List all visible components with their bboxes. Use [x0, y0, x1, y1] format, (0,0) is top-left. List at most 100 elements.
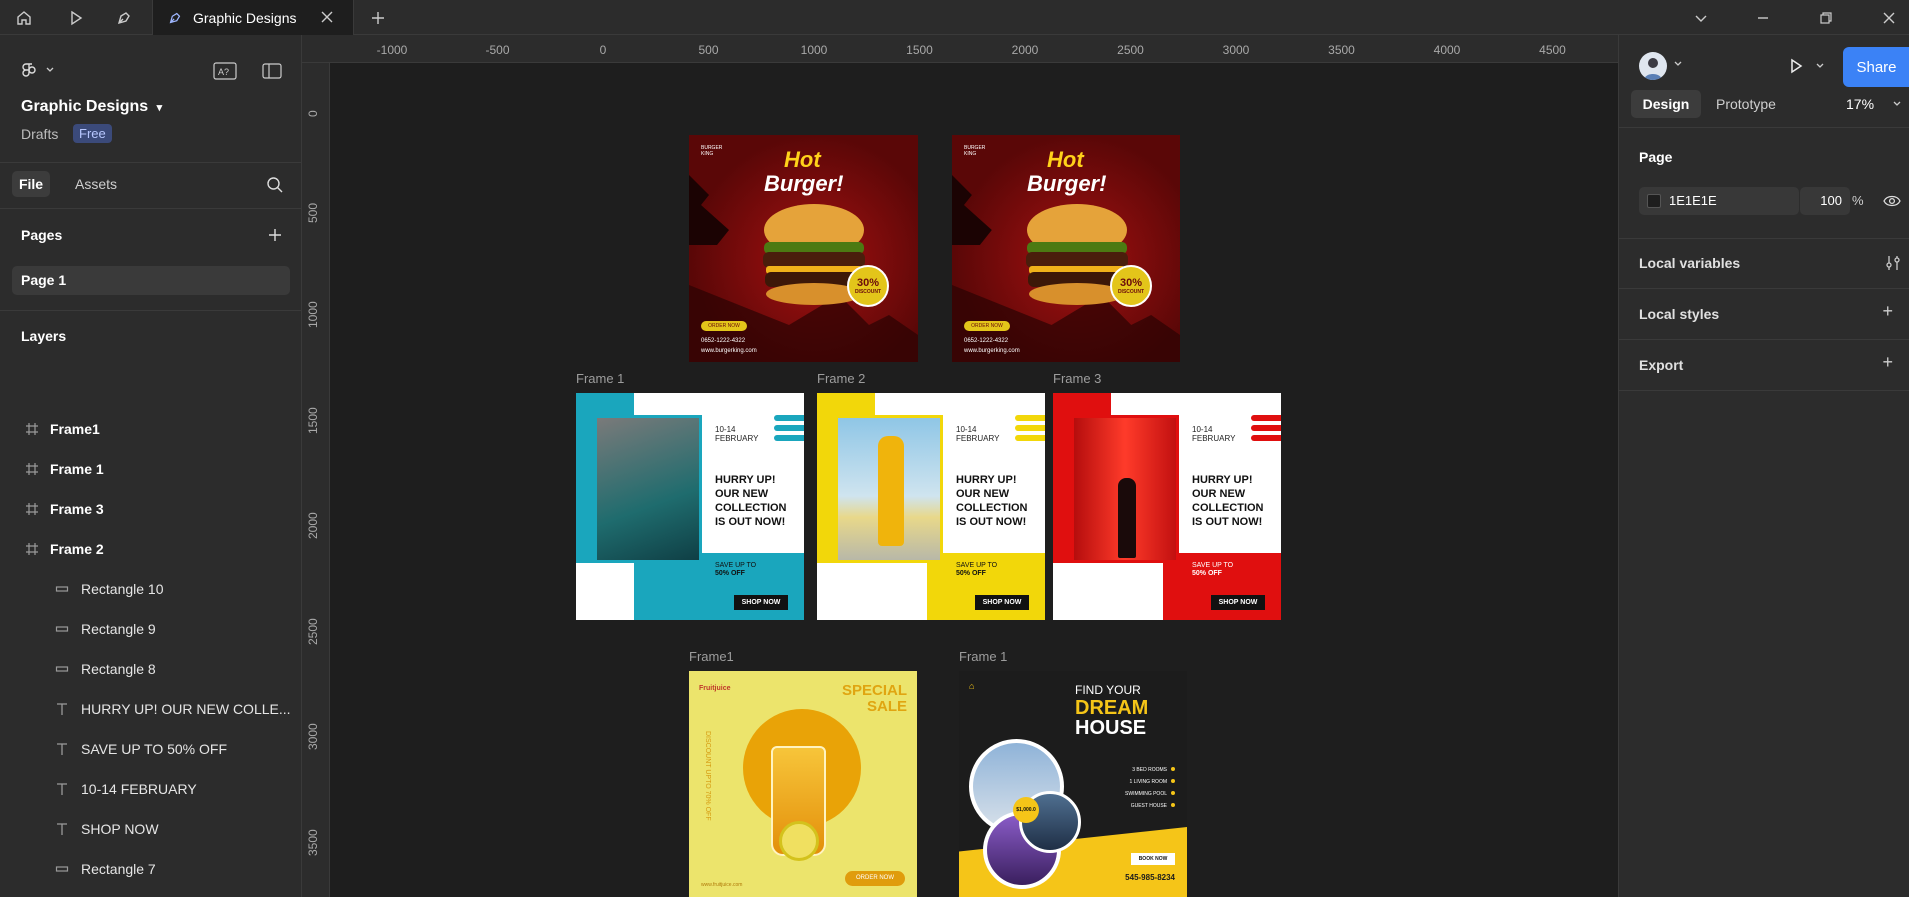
tab-design[interactable]: Design [1631, 90, 1701, 118]
frame-label-2[interactable]: Frame 2 [817, 371, 865, 386]
minimize-icon[interactable] [1738, 0, 1788, 35]
divider [0, 162, 302, 163]
headline-line: COLLECTION [1192, 502, 1264, 514]
burger-poster-1[interactable]: BURGER KING Hot Burger! 30% DISCOUNT ORDE… [689, 135, 918, 362]
avatar[interactable] [1639, 52, 1667, 80]
sidebar-toggle-icon[interactable] [262, 62, 282, 80]
add-style-plus-icon[interactable]: + [1882, 301, 1893, 322]
stripe [774, 425, 804, 431]
home-icon[interactable] [4, 0, 44, 35]
layer-item[interactable]: Frame 2 [0, 533, 302, 565]
eye-icon[interactable] [1883, 194, 1901, 208]
layer-item[interactable]: Frame 3 [0, 493, 302, 525]
opacity-field[interactable]: 100 [1800, 187, 1850, 215]
headline: HURRY UP! OUR NEW COLLECTION IS OUT NOW! [956, 473, 1028, 529]
restore-icon[interactable] [1801, 0, 1851, 35]
layer-item[interactable]: HURRY UP! OUR NEW COLLE... [0, 693, 302, 725]
divider [1619, 238, 1909, 239]
page-item[interactable]: Page 1 [12, 266, 290, 295]
local-variables-heading[interactable]: Local variables [1639, 255, 1740, 271]
discount-value: 30% [1119, 277, 1143, 289]
layer-item[interactable]: 10-14 FEBRUARY [0, 773, 302, 805]
frame-icon [24, 421, 40, 437]
house-text: HOUSE [1075, 717, 1147, 739]
chevron-down-icon[interactable] [45, 65, 55, 75]
headline-line: IS OUT NOW! [715, 516, 786, 528]
burger-poster-2[interactable]: BURGER KING Hot Burger! 30% DISCOUNT ORDE… [952, 135, 1180, 362]
chevron-down-icon[interactable] [1815, 61, 1825, 71]
layer-item[interactable]: SHOP NOW [0, 813, 302, 845]
layer-label: Rectangle 10 [81, 581, 164, 597]
opacity-value[interactable]: 100 [1820, 193, 1842, 208]
layer-item[interactable]: Rectangle 9 [0, 613, 302, 645]
model-photo [594, 415, 702, 563]
website-text: www.burgerking.com [964, 348, 1020, 354]
color-swatch[interactable] [1647, 194, 1661, 208]
export-heading[interactable]: Export [1639, 357, 1683, 373]
stripe [774, 415, 804, 421]
search-icon[interactable] [266, 176, 284, 194]
frame-label-3[interactable]: Frame 3 [1053, 371, 1101, 386]
text-toggle-icon[interactable]: A? [213, 62, 237, 80]
layer-item[interactable]: Rectangle 7 [0, 853, 302, 885]
layer-item[interactable]: Frame 1 [0, 453, 302, 485]
tab-prototype[interactable]: Prototype [1716, 96, 1776, 112]
save-text: SAVE UP TO 50% OFF [715, 562, 756, 578]
layer-label: Rectangle 9 [81, 621, 156, 637]
chevron-down-icon[interactable] [1673, 59, 1683, 69]
feature-item: GUEST HOUSE [1131, 803, 1175, 809]
tab-file[interactable]: File [12, 171, 50, 197]
variables-adjust-icon[interactable] [1885, 254, 1901, 272]
chevron-down-icon[interactable] [1892, 99, 1902, 109]
model-figure [878, 436, 904, 546]
shop-now-button: SHOP NOW [1211, 595, 1265, 610]
layer-label: SAVE UP TO 50% OFF [81, 741, 228, 757]
layer-item[interactable]: SAVE UP TO 50% OFF [0, 733, 302, 765]
fashion-poster-yellow[interactable]: 10-14 FEBRUARY HURRY UP! OUR NEW COLLECTION… [817, 393, 1045, 620]
pen-tool-icon[interactable] [104, 0, 144, 35]
rectangle-icon [54, 861, 70, 877]
ruler-y-label: 1000 [306, 301, 320, 328]
headline-line: OUR NEW [715, 488, 769, 500]
new-tab-plus-icon[interactable] [358, 0, 398, 35]
local-styles-heading[interactable]: Local styles [1639, 306, 1719, 322]
share-button[interactable]: Share [1843, 47, 1909, 87]
order-now-button: ORDER NOW [964, 321, 1010, 331]
ruler-y-label: 1500 [306, 406, 320, 434]
frame-label-1[interactable]: Frame 1 [576, 371, 624, 386]
house-poster[interactable]: ⌂ FIND YOUR DREAM HOUSE $1,000.0 3 BED R… [959, 671, 1187, 897]
window-close-icon[interactable] [1864, 0, 1909, 35]
zoom-level[interactable]: 17% [1846, 96, 1874, 112]
drafts-label[interactable]: Drafts [21, 126, 58, 142]
fashion-poster-red[interactable]: 10-14 FEBRUARY HURRY UP! OUR NEW COLLECTION… [1053, 393, 1281, 620]
layer-item[interactable]: Rectangle 10 [0, 573, 302, 605]
figma-logo-icon[interactable] [22, 61, 38, 79]
ruler-vertical: 0 500 1000 1500 2000 2500 3000 3500 [302, 63, 330, 897]
poster-title-hot: Hot [1047, 147, 1084, 172]
add-page-plus-icon[interactable] [267, 227, 283, 243]
discount-label: DISCOUNT [854, 289, 882, 295]
layer-item[interactable]: Rectangle 8 [0, 653, 302, 685]
add-export-plus-icon[interactable]: + [1882, 352, 1893, 373]
project-title[interactable]: Graphic Designs ▾ [21, 98, 162, 116]
close-icon[interactable] [319, 9, 335, 25]
layer-item[interactable]: unsplash:nimEITcTNyY [0, 893, 302, 897]
canvas[interactable]: BURGER KING Hot Burger! 30% DISCOUNT ORDE… [330, 63, 1618, 897]
layer-item[interactable]: Frame1 [0, 413, 302, 445]
file-tab[interactable]: Graphic Designs [152, 0, 354, 35]
percent-sign: % [1852, 193, 1864, 208]
background-color-field[interactable]: 1E1E1E [1639, 187, 1799, 215]
page-item-label: Page 1 [21, 272, 67, 288]
chevron-down-icon[interactable] [1676, 0, 1726, 35]
frame-label-house[interactable]: Frame 1 [959, 649, 1007, 664]
frame-label-juice[interactable]: Frame1 [689, 649, 734, 664]
tab-assets[interactable]: Assets [75, 176, 117, 192]
page-heading: Page [1639, 149, 1673, 165]
play-icon[interactable] [56, 0, 96, 35]
discount-badge: 30% DISCOUNT [847, 265, 889, 307]
present-play-icon[interactable] [1787, 57, 1805, 75]
background-hex-value[interactable]: 1E1E1E [1669, 193, 1717, 208]
juice-poster[interactable]: Fruitjuice SPECIAL SALE DISCOUNT UPTO 70%… [689, 671, 917, 897]
layer-label: 10-14 FEBRUARY [81, 781, 197, 797]
fashion-poster-teal[interactable]: 10-14 FEBRUARY HURRY UP! OUR NEW COLLECTION… [576, 393, 804, 620]
